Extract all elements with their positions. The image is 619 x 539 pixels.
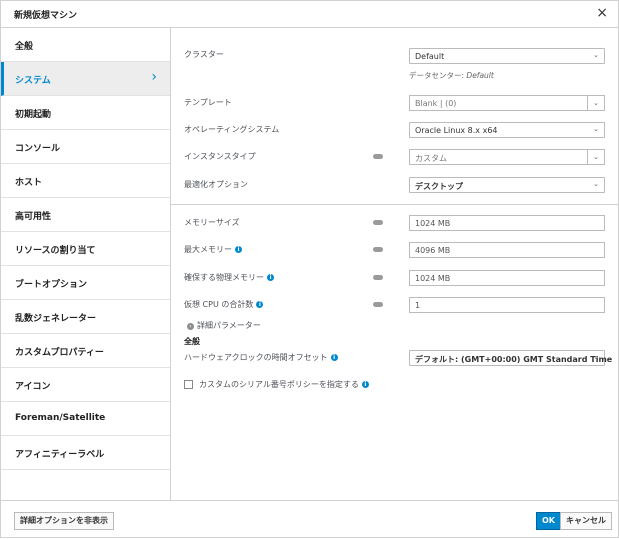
info-icon[interactable]: i	[267, 274, 274, 281]
sidebar-item-label: システム	[15, 76, 51, 86]
dialog-titlebar: 新規仮想マシン ×	[1, 1, 618, 28]
pin-icon[interactable]	[373, 220, 383, 225]
datacenter-info: データセンター: Default	[409, 70, 494, 81]
sidebar-item-label: ブートオプション	[15, 280, 88, 290]
sidebar-item-affinity-labels[interactable]: アフィニティーラベル	[1, 436, 170, 470]
sidebar-item-label: コンソール	[15, 144, 61, 154]
chevron-down-icon: ⌄	[593, 353, 599, 361]
chevron-down-icon: ⌄	[593, 125, 599, 133]
os-value: Oracle Linux 8.x x64	[415, 126, 498, 135]
general-heading: 全般	[184, 337, 200, 346]
pin-icon[interactable]	[373, 247, 383, 252]
hw-clock-value: デフォルト: (GMT+00:00) GMT Standard Time	[415, 355, 613, 364]
instance-type-value: カスタム	[415, 154, 447, 163]
sidebar-item-custom-properties[interactable]: カスタムプロパティー	[1, 334, 170, 368]
template-combo[interactable]: Blank | (0) ⌄	[409, 95, 605, 111]
sidebar-item-icon[interactable]: アイコン	[1, 368, 170, 402]
sidebar-item-general[interactable]: 全般	[1, 28, 170, 62]
optimization-label: 最適化オプション	[184, 180, 248, 189]
chevron-right-icon: ›	[151, 69, 157, 85]
guaranteed-memory-input[interactable]	[409, 270, 605, 286]
memory-size-label: メモリーサイズ	[184, 218, 240, 227]
hw-clock-label: ハードウェアクロックの時間オフセット i	[184, 352, 338, 363]
sidebar-item-label: アイコン	[15, 382, 51, 392]
chevron-down-icon: ⌄	[593, 180, 599, 188]
sidebar: 全般 システム › 初期起動 コンソール ホスト 高可用性 リソースの割り当て ブ…	[1, 28, 171, 500]
advanced-parameters-label: 詳細パラメーター	[197, 321, 261, 330]
info-icon[interactable]: i	[330, 354, 338, 361]
sidebar-item-label: Foreman/Satellite	[15, 413, 106, 423]
chevron-down-icon[interactable]: ⌄	[587, 96, 604, 110]
sidebar-item-label: 全般	[15, 42, 34, 52]
vcpu-label-text: 仮想 CPU の合計数	[184, 300, 254, 309]
section-divider	[171, 204, 618, 205]
template-value: Blank | (0)	[415, 99, 457, 108]
optimization-select[interactable]: デスクトップ ⌄	[409, 177, 605, 193]
sidebar-item-label: アフィニティーラベル	[15, 450, 105, 460]
instance-type-label: インスタンスタイプ	[184, 152, 256, 161]
expand-icon: ›	[187, 323, 194, 330]
sidebar-item-rng[interactable]: 乱数ジェネレーター	[1, 300, 170, 334]
chevron-down-icon[interactable]: ⌄	[587, 150, 604, 164]
hide-advanced-options-button[interactable]: 詳細オプションを非表示	[14, 512, 114, 530]
pin-icon[interactable]	[373, 275, 383, 280]
info-icon[interactable]: i	[256, 301, 264, 308]
serial-policy-checkbox[interactable]	[184, 380, 193, 389]
os-select[interactable]: Oracle Linux 8.x x64 ⌄	[409, 122, 605, 138]
cancel-button[interactable]: キャンセル	[560, 512, 612, 530]
advanced-parameters-toggle[interactable]: › 詳細パラメーター	[187, 320, 261, 331]
cluster-select[interactable]: Default ⌄	[409, 48, 605, 64]
ok-button[interactable]: OK	[536, 512, 561, 530]
sidebar-item-system[interactable]: システム ›	[1, 62, 170, 96]
template-label: テンプレート	[184, 98, 232, 107]
sidebar-item-label: リソースの割り当て	[15, 246, 96, 256]
datacenter-value: Default	[466, 71, 494, 80]
sidebar-item-label: ホスト	[15, 178, 43, 188]
sidebar-item-label: 乱数ジェネレーター	[15, 314, 97, 324]
max-memory-input[interactable]	[409, 242, 605, 258]
sidebar-item-initial-run[interactable]: 初期起動	[1, 96, 170, 130]
chevron-down-icon: ⌄	[593, 51, 599, 59]
datacenter-prefix: データセンター:	[409, 71, 467, 80]
serial-policy-label: カスタムのシリアル番号ポリシーを指定する i	[199, 379, 369, 390]
vcpu-label: 仮想 CPU の合計数 i	[184, 299, 264, 310]
optimization-value: デスクトップ	[415, 182, 463, 191]
pin-icon[interactable]	[373, 154, 383, 159]
max-memory-label: 最大メモリー i	[184, 244, 242, 255]
sidebar-item-label: 初期起動	[15, 110, 52, 120]
max-memory-label-text: 最大メモリー	[184, 245, 232, 254]
cluster-value: Default	[415, 52, 445, 61]
sidebar-item-console[interactable]: コンソール	[1, 130, 170, 164]
vcpu-input[interactable]	[409, 297, 605, 313]
sidebar-item-label: 高可用性	[15, 212, 52, 222]
sidebar-item-foreman-satellite[interactable]: Foreman/Satellite	[1, 402, 170, 436]
cluster-label: クラスター	[184, 50, 224, 59]
os-label: オペレーティングシステム	[184, 125, 280, 134]
sidebar-item-high-availability[interactable]: 高可用性	[1, 198, 170, 232]
sidebar-item-label: カスタムプロパティー	[15, 348, 104, 358]
info-icon[interactable]: i	[235, 246, 242, 253]
guaranteed-memory-label-text: 確保する物理メモリー	[184, 273, 264, 282]
hw-clock-label-text: ハードウェアクロックの時間オフセット	[184, 353, 328, 362]
pin-icon[interactable]	[373, 302, 383, 307]
close-icon[interactable]: ×	[596, 4, 608, 22]
dialog-footer: 詳細オプションを非表示 OK キャンセル	[1, 500, 618, 539]
system-form: クラスター Default ⌄ データセンター: Default テンプレート …	[171, 28, 618, 500]
new-vm-dialog: 新規仮想マシン × 全般 システム › 初期起動 コンソール ホスト 高可用性 リ…	[0, 0, 619, 538]
sidebar-item-resource-allocation[interactable]: リソースの割り当て	[1, 232, 170, 266]
instance-type-combo[interactable]: カスタム ⌄	[409, 149, 605, 165]
memory-size-input[interactable]	[409, 215, 605, 231]
hw-clock-select[interactable]: デフォルト: (GMT+00:00) GMT Standard Time ⌄	[409, 350, 612, 366]
sidebar-item-host[interactable]: ホスト	[1, 164, 170, 198]
serial-policy-label-text: カスタムのシリアル番号ポリシーを指定する	[199, 380, 359, 389]
dialog-title: 新規仮想マシン	[14, 11, 78, 21]
info-icon[interactable]: i	[361, 381, 369, 388]
guaranteed-memory-label: 確保する物理メモリー i	[184, 272, 274, 283]
sidebar-item-boot-options[interactable]: ブートオプション	[1, 266, 170, 300]
